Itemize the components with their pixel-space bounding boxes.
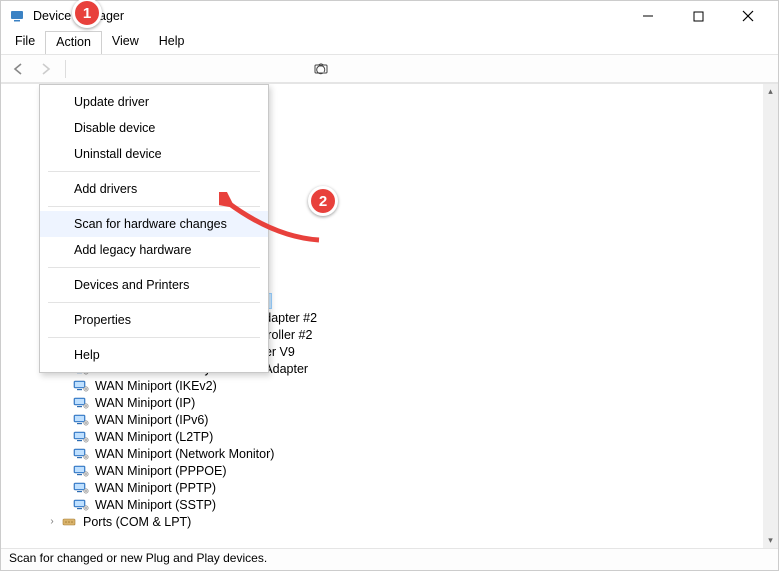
- menu-item-add-legacy-hardware[interactable]: Add legacy hardware: [40, 237, 268, 263]
- menu-separator: [48, 302, 260, 303]
- tree-label: WAN Miniport (Network Monitor): [93, 447, 276, 461]
- menu-item-devices-and-printers[interactable]: Devices and Printers: [40, 272, 268, 298]
- device-item[interactable]: WAN Miniport (IPv6): [1, 411, 778, 428]
- network-adapter-icon: [73, 395, 89, 411]
- content-area: › › › › › › › › › › › ⌄twork)Intel(R) Wi…: [1, 83, 778, 548]
- menu-separator: [48, 267, 260, 268]
- device-item[interactable]: WAN Miniport (L2TP): [1, 428, 778, 445]
- titlebar: Device Manager: [1, 1, 778, 31]
- close-button[interactable]: [734, 2, 762, 30]
- forward-button[interactable]: [35, 58, 57, 80]
- device-item[interactable]: WAN Miniport (IKEv2): [1, 377, 778, 394]
- network-adapter-icon: [73, 497, 89, 513]
- tree-label: WAN Miniport (IKEv2): [93, 379, 219, 393]
- tree-label: WAN Miniport (IP): [93, 396, 197, 410]
- tree-label: Ports (COM & LPT): [81, 515, 193, 529]
- menubar: FileActionViewHelp: [1, 31, 778, 55]
- action-menu-dropdown: Update driverDisable deviceUninstall dev…: [39, 84, 269, 373]
- menu-item-help[interactable]: Help: [40, 342, 268, 368]
- network-adapter-icon: [73, 480, 89, 496]
- scrollbar[interactable]: ▴ ▾: [763, 84, 778, 548]
- device-item[interactable]: WAN Miniport (PPTP): [1, 479, 778, 496]
- category-icon: [61, 514, 77, 530]
- menu-item-disable-device[interactable]: Disable device: [40, 115, 268, 141]
- scroll-down-icon[interactable]: ▾: [763, 533, 778, 548]
- network-adapter-icon: [73, 378, 89, 394]
- device-item[interactable]: WAN Miniport (Network Monitor): [1, 445, 778, 462]
- menu-item-properties[interactable]: Properties: [40, 307, 268, 333]
- maximize-button[interactable]: [684, 2, 712, 30]
- toolbar-separator: [65, 60, 66, 78]
- tree-label: WAN Miniport (L2TP): [93, 430, 215, 444]
- tree-label: WAN Miniport (IPv6): [93, 413, 210, 427]
- minimize-button[interactable]: [634, 2, 662, 30]
- network-adapter-icon: [73, 412, 89, 428]
- statusbar: Scan for changed or new Plug and Play de…: [1, 548, 778, 570]
- menu-item-add-drivers[interactable]: Add drivers: [40, 176, 268, 202]
- menu-separator: [48, 206, 260, 207]
- menu-item-scan-for-hardware-changes[interactable]: Scan for hardware changes: [40, 211, 268, 237]
- network-adapter-icon: [73, 446, 89, 462]
- menu-separator: [48, 171, 260, 172]
- toolbar: [1, 55, 778, 83]
- chevron-right-icon[interactable]: ›: [45, 516, 59, 527]
- back-button[interactable]: [7, 58, 29, 80]
- tree-label: WAN Miniport (PPTP): [93, 481, 218, 495]
- menu-action[interactable]: Action: [45, 31, 102, 54]
- category-item[interactable]: › Ports (COM & LPT): [1, 513, 778, 530]
- menu-separator: [48, 337, 260, 338]
- device-item[interactable]: WAN Miniport (SSTP): [1, 496, 778, 513]
- tree-label: WAN Miniport (SSTP): [93, 498, 218, 512]
- app-icon: [9, 8, 25, 24]
- network-adapter-icon: [73, 463, 89, 479]
- statusbar-text: Scan for changed or new Plug and Play de…: [9, 551, 267, 565]
- device-item[interactable]: WAN Miniport (PPPOE): [1, 462, 778, 479]
- menu-item-update-driver[interactable]: Update driver: [40, 89, 268, 115]
- tree-label: WAN Miniport (PPPOE): [93, 464, 229, 478]
- scroll-up-icon[interactable]: ▴: [763, 84, 778, 99]
- menu-view[interactable]: View: [102, 31, 149, 54]
- device-item[interactable]: WAN Miniport (IP): [1, 394, 778, 411]
- network-adapter-icon: [73, 429, 89, 445]
- scan-hardware-icon[interactable]: [310, 58, 332, 80]
- menu-item-uninstall-device[interactable]: Uninstall device: [40, 141, 268, 167]
- menu-help[interactable]: Help: [149, 31, 195, 54]
- menu-file[interactable]: File: [5, 31, 45, 54]
- annotation-callout-2: 2: [308, 186, 338, 216]
